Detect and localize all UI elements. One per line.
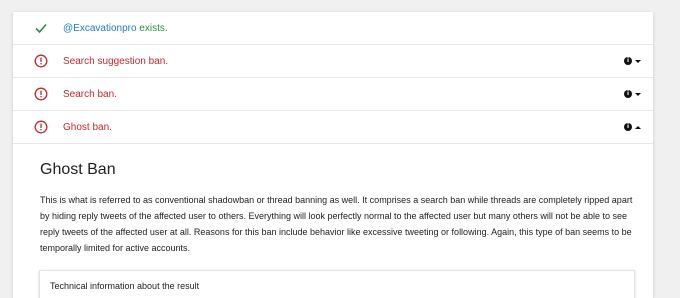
results-card: @Excavationpro exists. Search suggestion… (13, 12, 653, 298)
expand-toggle[interactable]: i (624, 90, 641, 98)
alert-circle-icon (33, 53, 49, 69)
ghost-ban-details: Ghost Ban This is what is referred to as… (13, 161, 653, 298)
alert-circle-icon (33, 86, 49, 102)
result-row-ghost-ban[interactable]: Ghost ban. i (13, 111, 653, 144)
exists-text: exists. (136, 22, 168, 34)
collapse-toggle[interactable]: i (624, 123, 641, 131)
technical-info-label: Technical information about the result (50, 281, 200, 291)
username-text: @Excavationpro (63, 22, 137, 34)
chevron-up-icon (635, 125, 641, 129)
info-icon: i (624, 123, 632, 131)
result-row-search-ban[interactable]: Search ban. i (13, 78, 653, 111)
info-icon: i (624, 90, 632, 98)
alert-circle-icon (33, 119, 49, 135)
result-label: Ghost ban. (63, 121, 112, 133)
result-row-search-suggestion-ban[interactable]: Search suggestion ban. i (13, 45, 653, 78)
result-label: Search ban. (63, 88, 117, 100)
details-title: Ghost Ban (40, 161, 116, 178)
result-label: @Excavationpro exists. (63, 23, 168, 34)
check-icon (33, 20, 49, 36)
chevron-down-icon (635, 92, 641, 96)
info-icon: i (624, 57, 632, 65)
result-row-exists: @Excavationpro exists. (13, 12, 653, 45)
chevron-down-icon (635, 59, 641, 63)
details-description: This is what is referred to as conventio… (40, 195, 633, 253)
result-label: Search suggestion ban. (63, 55, 169, 67)
technical-info-expander[interactable]: Technical information about the result (39, 270, 635, 298)
expand-toggle[interactable]: i (624, 57, 641, 65)
